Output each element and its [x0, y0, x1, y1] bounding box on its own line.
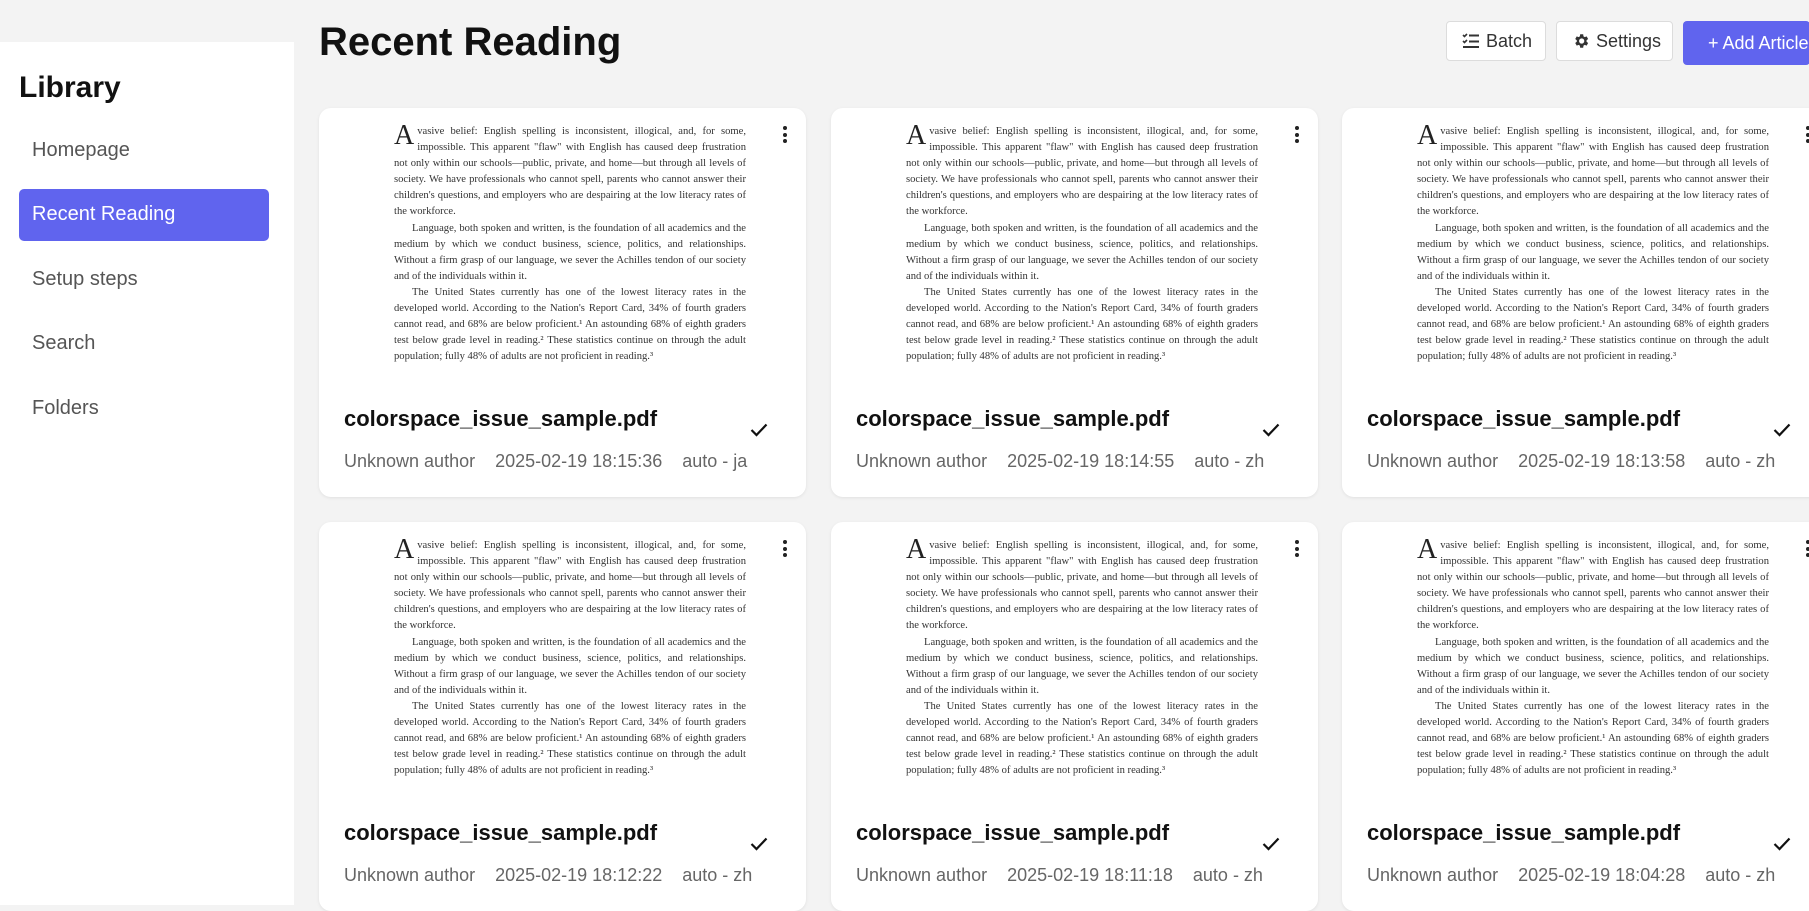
preview-paragraph-1: vasive belief: English spelling is incon… — [394, 126, 746, 218]
settings-button[interactable]: Settings — [1556, 21, 1673, 61]
preview-paragraph-2: Language, both spoken and written, is th… — [906, 636, 1258, 696]
article-author: Unknown author — [1367, 451, 1499, 471]
article-language: auto - zh — [1705, 451, 1776, 471]
preview-dropcap: A — [906, 124, 927, 151]
article-card[interactable]: Avasive belief: English spelling is inco… — [831, 522, 1318, 911]
article-language: auto - zh — [1705, 865, 1776, 885]
preview-paragraph-2: Language, both spoken and written, is th… — [906, 222, 1258, 282]
article-title: colorspace_issue_sample.pdf — [344, 406, 658, 431]
more-options-icon[interactable] — [1803, 540, 1809, 560]
article-card[interactable]: Avasive belief: English spelling is inco… — [319, 522, 806, 911]
article-meta: Unknown author 2025-02-19 18:14:55 auto … — [856, 451, 1264, 472]
article-title: colorspace_issue_sample.pdf — [1367, 406, 1681, 431]
article-title: colorspace_issue_sample.pdf — [856, 820, 1170, 845]
more-options-icon[interactable] — [1292, 126, 1302, 146]
pdf-preview: Avasive belief: English spelling is inco… — [394, 124, 746, 370]
article-date: 2025-02-19 18:11:18 — [1007, 865, 1173, 885]
article-meta: Unknown author 2025-02-19 18:12:22 auto … — [344, 865, 752, 886]
article-title: colorspace_issue_sample.pdf — [856, 406, 1170, 431]
checklist-icon — [1462, 33, 1480, 49]
preview-paragraph-1: vasive belief: English spelling is incon… — [906, 540, 1258, 632]
checkmark-icon[interactable] — [750, 423, 768, 442]
preview-paragraph-2: Language, both spoken and written, is th… — [394, 636, 746, 696]
checkmark-icon[interactable] — [1773, 837, 1791, 856]
sidebar-title: Library — [19, 71, 121, 104]
preview-paragraph-1: vasive belief: English spelling is incon… — [1417, 540, 1769, 632]
checkmark-icon[interactable] — [1773, 423, 1791, 442]
checkmark-icon[interactable] — [1262, 423, 1280, 442]
sidebar-item-folders[interactable]: Folders — [19, 382, 269, 434]
article-meta: Unknown author 2025-02-19 18:11:18 auto … — [856, 865, 1263, 886]
article-date: 2025-02-19 18:13:58 — [1518, 451, 1686, 471]
sidebar-item-setup-steps[interactable]: Setup steps — [19, 253, 269, 305]
preview-paragraph-3: The United States currently has one of t… — [906, 286, 1258, 363]
article-language: auto - zh — [1192, 865, 1263, 885]
article-author: Unknown author — [856, 865, 988, 885]
article-card[interactable]: Avasive belief: English spelling is inco… — [1342, 522, 1809, 911]
batch-label: Batch — [1486, 30, 1533, 51]
preview-paragraph-1: vasive belief: English spelling is incon… — [1417, 126, 1769, 218]
preview-paragraph-2: Language, both spoken and written, is th… — [1417, 222, 1769, 282]
sidebar-item-search[interactable]: Search — [19, 318, 269, 370]
sidebar-item-recent-reading[interactable]: Recent Reading — [19, 188, 269, 241]
toolbar: Batch Settings + Add Article — [1446, 21, 1809, 65]
preview-paragraph-2: Language, both spoken and written, is th… — [1417, 636, 1769, 696]
preview-paragraph-1: vasive belief: English spelling is incon… — [906, 126, 1258, 218]
article-meta: Unknown author 2025-02-19 18:04:28 auto … — [1367, 865, 1775, 886]
more-options-icon[interactable] — [1292, 540, 1302, 560]
preview-paragraph-3: The United States currently has one of t… — [1417, 286, 1769, 363]
more-options-icon[interactable] — [780, 126, 790, 146]
gear-icon — [1572, 32, 1590, 50]
article-title: colorspace_issue_sample.pdf — [344, 820, 658, 845]
article-author: Unknown author — [344, 865, 476, 885]
preview-paragraph-3: The United States currently has one of t… — [906, 700, 1258, 777]
article-author: Unknown author — [1367, 865, 1499, 885]
pdf-preview: Avasive belief: English spelling is inco… — [394, 538, 746, 784]
more-options-icon[interactable] — [780, 540, 790, 560]
article-date: 2025-02-19 18:15:36 — [495, 451, 663, 471]
preview-dropcap: A — [1417, 124, 1438, 151]
article-date: 2025-02-19 18:04:28 — [1518, 865, 1686, 885]
article-language: auto - ja — [682, 451, 748, 471]
preview-paragraph-3: The United States currently has one of t… — [394, 286, 746, 363]
batch-button[interactable]: Batch — [1446, 21, 1546, 61]
checkmark-icon[interactable] — [750, 837, 768, 856]
article-author: Unknown author — [344, 451, 476, 471]
more-options-icon[interactable] — [1803, 126, 1809, 146]
article-language: auto - zh — [682, 865, 753, 885]
preview-dropcap: A — [394, 538, 415, 565]
preview-paragraph-2: Language, both spoken and written, is th… — [394, 222, 746, 282]
pdf-preview: Avasive belief: English spelling is inco… — [906, 124, 1258, 370]
pdf-preview: Avasive belief: English spelling is inco… — [1417, 124, 1769, 370]
preview-dropcap: A — [394, 124, 415, 151]
article-language: auto - zh — [1194, 451, 1265, 471]
preview-paragraph-3: The United States currently has one of t… — [1417, 700, 1769, 777]
article-meta: Unknown author 2025-02-19 18:13:58 auto … — [1367, 451, 1775, 472]
article-date: 2025-02-19 18:14:55 — [1007, 451, 1175, 471]
pdf-preview: Avasive belief: English spelling is inco… — [906, 538, 1258, 784]
checkmark-icon[interactable] — [1262, 837, 1280, 856]
article-date: 2025-02-19 18:12:22 — [495, 865, 663, 885]
add-article-button[interactable]: + Add Article — [1683, 21, 1809, 65]
preview-paragraph-1: vasive belief: English spelling is incon… — [394, 540, 746, 632]
article-card[interactable]: Avasive belief: English spelling is inco… — [831, 108, 1318, 497]
sidebar-nav: Homepage Recent Reading Setup steps Sear… — [19, 124, 269, 447]
preview-dropcap: A — [906, 538, 927, 565]
preview-dropcap: A — [1417, 538, 1438, 565]
pdf-preview: Avasive belief: English spelling is inco… — [1417, 538, 1769, 784]
page-title: Recent Reading — [319, 20, 622, 64]
settings-label: Settings — [1596, 30, 1662, 51]
sidebar-item-homepage[interactable]: Homepage — [19, 124, 269, 176]
sidebar: Library Homepage Recent Reading Setup st… — [0, 42, 294, 905]
article-meta: Unknown author 2025-02-19 18:15:36 auto … — [344, 451, 747, 472]
article-author: Unknown author — [856, 451, 988, 471]
article-card[interactable]: Avasive belief: English spelling is inco… — [319, 108, 806, 497]
article-card[interactable]: Avasive belief: English spelling is inco… — [1342, 108, 1809, 497]
article-title: colorspace_issue_sample.pdf — [1367, 820, 1681, 845]
preview-paragraph-3: The United States currently has one of t… — [394, 700, 746, 777]
